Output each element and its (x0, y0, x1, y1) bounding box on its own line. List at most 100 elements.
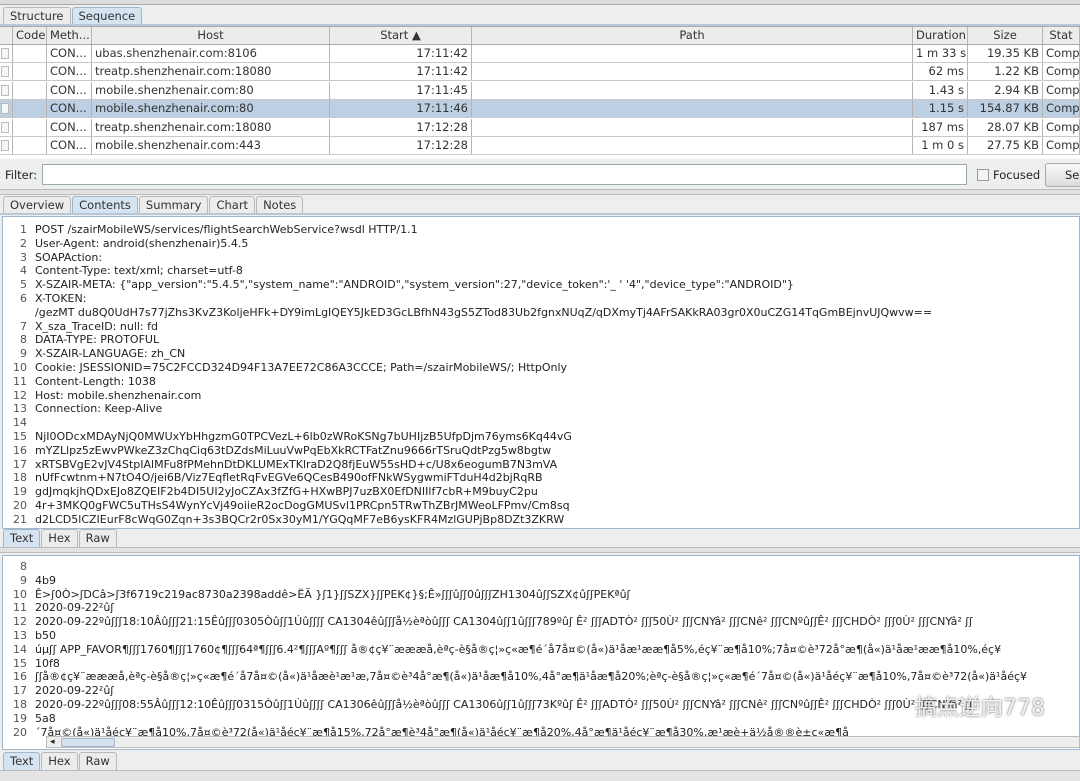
cell-host: ubas.shenzhenair.com:8106 (92, 45, 330, 62)
text-line: 15 NjI0ODcxMDAyNjQ0MWUxYbHhgzmG0TPCVezL+6… (3, 430, 1079, 444)
tab-sequence[interactable]: Sequence (71, 7, 143, 25)
line-text: 2020-09-22ºûʃʃʃ18:10Âûʃʃʃ21:15Êûʃʃʃ0305Ò… (35, 615, 973, 629)
cell-method: CON... (47, 118, 92, 136)
table-row[interactable]: CON... mobile.shenzhenair.com:80 17:11:46 1… (0, 100, 1080, 119)
text-line: 1 POST /szairMobileWS/services/flightSear… (3, 223, 1079, 237)
line-number: 12 (13, 388, 27, 402)
tab-text[interactable]: Text (3, 752, 41, 770)
line-number: 8 (20, 560, 27, 573)
line-text: b50 (35, 628, 56, 642)
line-text: Connection: Keep-Alive (35, 402, 163, 416)
line-number: 10 (13, 360, 27, 374)
text-line: 13 b50 (3, 629, 1079, 643)
splitter[interactable] (0, 189, 1080, 195)
cell-size: 19.35 KB (968, 45, 1043, 62)
table-header: Code Meth... Host Start ▲ Path Duration … (0, 27, 1080, 45)
tab-raw[interactable]: Raw (78, 752, 117, 770)
cell-method: CON... (47, 100, 92, 118)
col-code[interactable]: Code (13, 27, 47, 44)
line-text: Cookie: JSESSIONID=75C2FCCD324D94F13A7EE… (35, 360, 568, 374)
document-icon (1, 140, 9, 151)
col-host[interactable]: Host (92, 27, 330, 44)
line-text: mYZLlpz5zEwvPWkeZ3zChqCiq63tDZdsMiLuuVwP… (35, 443, 552, 457)
tab-overview[interactable]: Overview (3, 196, 72, 214)
col-status[interactable]: Stat (1043, 27, 1080, 44)
text-line: 5 X-SZAIR-META: {"app_version":"5.4.5","s… (3, 278, 1079, 292)
line-text: 10f8 (35, 656, 60, 670)
settings-button[interactable]: Se (1045, 163, 1080, 187)
cell-method: CON... (47, 63, 92, 81)
col-size[interactable]: Size (968, 27, 1043, 44)
session-view-tabs: Structure Sequence (3, 7, 143, 25)
cell-code (13, 118, 47, 136)
tab-hex[interactable]: Hex (41, 752, 78, 770)
tab-raw[interactable]: Raw (78, 529, 117, 547)
line-text: 4b9 (35, 573, 56, 587)
focused-checkbox[interactable] (977, 169, 989, 181)
text-line: 15 10f8 (3, 657, 1079, 671)
splitter-2[interactable] (0, 547, 1080, 553)
line-number (3, 306, 35, 320)
row-icon (0, 81, 13, 99)
cell-status: Compl (1043, 100, 1080, 118)
tab-chart[interactable]: Chart (209, 196, 256, 214)
text-line: 11 2020-09-22²ûʃ (3, 601, 1079, 615)
line-number: 16 (13, 443, 27, 457)
table-row[interactable]: CON... mobile.shenzhenair.com:80 17:11:45 1… (0, 81, 1080, 100)
text-line: 8 (3, 560, 1079, 574)
horizontal-scrollbar[interactable]: ◂ (46, 736, 1080, 748)
cell-path (472, 137, 913, 154)
col-path[interactable]: Path (472, 27, 913, 44)
row-icon (0, 118, 13, 136)
line-number: 20 (13, 498, 27, 512)
cell-status: Compl (1043, 137, 1080, 154)
tab-hex[interactable]: Hex (41, 529, 78, 547)
table-row[interactable]: CON... treatp.shenzhenair.com:18080 17:12:… (0, 118, 1080, 137)
cell-size: 2.94 KB (968, 81, 1043, 99)
cell-method: CON... (47, 45, 92, 62)
col-start[interactable]: Start ▲ (330, 27, 472, 44)
tab-text[interactable]: Text (3, 529, 41, 547)
table-row[interactable]: CON... ubas.shenzhenair.com:8106 17:11:42 1… (0, 45, 1080, 63)
line-text: /gezMT du8Q0UdH7s77jZhs3KvZ3KoljeHFk+DY9… (35, 305, 933, 319)
line-number: 18 (13, 471, 27, 485)
table-row[interactable]: CON... treatp.shenzhenair.com:18080 17:11:… (0, 63, 1080, 82)
line-text: DATA-TYPE: PROTOFUL (35, 333, 160, 347)
col-icon[interactable] (0, 27, 13, 44)
row-icon (0, 45, 13, 62)
row-icon (0, 137, 13, 154)
text-line: 16 ʃʃå®¢ç¥¨æææå,èªç-è§å®ç¦»ç«æ¶é´å7å¤©(å«… (3, 670, 1079, 684)
tab-structure[interactable]: Structure (3, 7, 71, 25)
tab-contents[interactable]: Contents (72, 196, 138, 214)
line-text: X-SZAIR-LANGUAGE: zh_CN (35, 347, 186, 361)
line-number: 9 (20, 573, 27, 587)
line-text: X_sza_TraceID: null: fd (35, 319, 158, 333)
watermark: 搞点逆向778 (915, 696, 1045, 721)
request-text[interactable]: 1 POST /szairMobileWS/services/flightSear… (2, 216, 1080, 529)
cell-start: 17:11:42 (330, 63, 472, 81)
tab-notes[interactable]: Notes (256, 196, 304, 214)
table-row[interactable]: CON... mobile.shenzhenair.com:443 17:12:28… (0, 137, 1080, 155)
scroll-left-icon[interactable]: ◂ (50, 737, 55, 747)
text-line: 21 d2LCD5lCZIEurF8cWqG0Zqn+3s3BQCr2r0Sx30… (3, 513, 1079, 527)
tab-summary[interactable]: Summary (138, 196, 209, 214)
cell-duration: 1 m 33 s (913, 45, 968, 62)
col-duration[interactable]: Duration (913, 27, 968, 44)
line-number: 7 (20, 319, 27, 333)
status-bar (0, 770, 1080, 781)
document-icon (1, 103, 9, 115)
col-method[interactable]: Meth... (47, 27, 92, 44)
cell-size: 1.22 KB (968, 63, 1043, 81)
cell-status: Compl (1043, 81, 1080, 99)
text-line: 8 DATA-TYPE: PROTOFUL (3, 333, 1079, 347)
filter-input[interactable] (42, 164, 967, 185)
cell-host: mobile.shenzhenair.com:80 (92, 81, 330, 99)
line-number: 14 (13, 416, 27, 430)
cell-size: 27.75 KB (968, 137, 1043, 154)
line-text: d2LCD5lCZIEurF8cWqG0Zqn+3s3BQCr2r0Sx30yM… (35, 512, 565, 526)
line-text: nUfFcwtnm+N7tO4O/jei6B/Viz7EqfletRqFvEGV… (35, 471, 543, 485)
line-number: 11 (13, 601, 27, 615)
cell-path (472, 63, 913, 81)
line-number: 19 (13, 485, 27, 499)
scrollbar-thumb[interactable] (61, 738, 115, 747)
